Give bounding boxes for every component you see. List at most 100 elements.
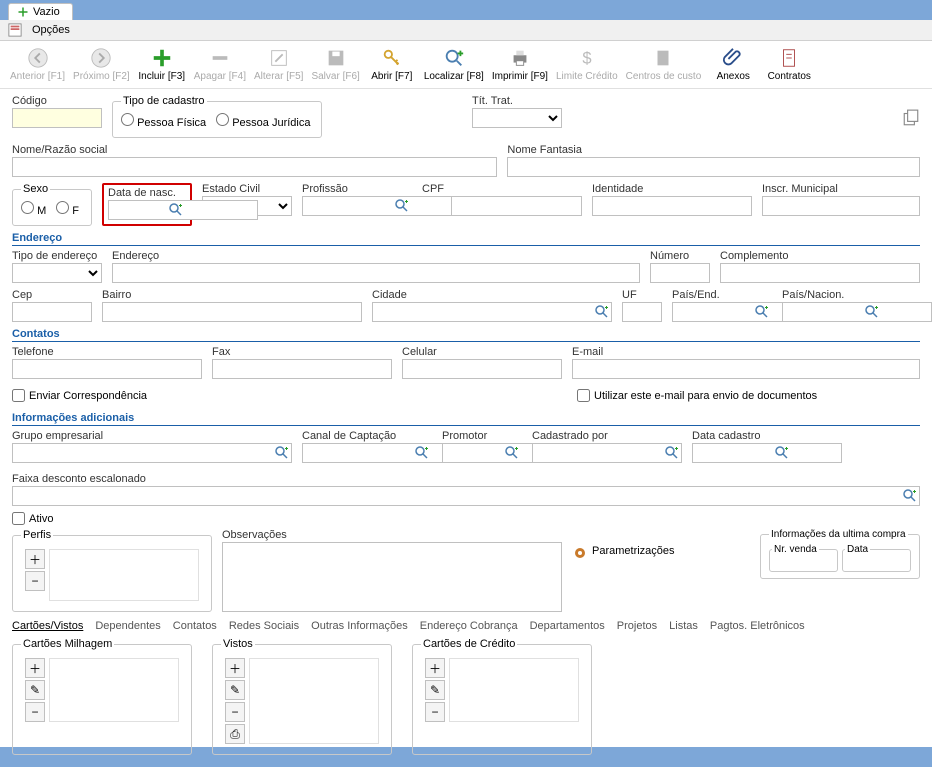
complemento-input[interactable] — [720, 263, 920, 283]
subtabs: Cartões/Vistos Dependentes Contatos Rede… — [12, 620, 920, 632]
subtab-contatos[interactable]: Contatos — [173, 620, 217, 632]
adicionais-section-title: Informações adicionais — [12, 412, 920, 426]
celular-input[interactable] — [402, 359, 562, 379]
usar-email-checkbox[interactable]: Utilizar este e-mail para envio de docum… — [577, 389, 817, 402]
subtab-dependentes[interactable]: Dependentes — [95, 620, 160, 632]
edit-milhagem-button[interactable]: ✎ — [25, 680, 45, 700]
pais-nac-input[interactable] — [782, 302, 932, 322]
apagar-button: Apagar [F4] — [194, 47, 246, 82]
limite-credito-button: $ Limite Crédito — [556, 47, 618, 82]
remove-credito-button[interactable]: − — [425, 702, 445, 722]
abrir-button[interactable]: Abrir [F7] — [368, 47, 416, 82]
incluir-button[interactable]: Incluir [F3] — [138, 47, 186, 82]
menu-opcoes[interactable]: Opções — [26, 22, 76, 38]
pessoa-fisica-radio[interactable]: Pessoa Física — [121, 113, 206, 129]
subtab-projetos[interactable]: Projetos — [617, 620, 657, 632]
perfis-panel: Perfis ＋ − — [12, 529, 212, 612]
observacoes-textarea[interactable] — [222, 542, 562, 612]
imprimir-button[interactable]: Imprimir [F9] — [492, 47, 548, 82]
building-icon — [652, 47, 674, 69]
add-milhagem-button[interactable]: ＋ — [25, 658, 45, 678]
identidade-input[interactable] — [592, 196, 752, 216]
svg-text:$: $ — [582, 50, 591, 68]
subtab-end-cobranca[interactable]: Endereço Cobrança — [420, 620, 518, 632]
profissao-label: Profissão — [302, 183, 412, 195]
data-nasc-highlight: Data de nasc. — [102, 183, 192, 226]
tipo-cadastro-group: Tipo de cadastro Pessoa Física Pessoa Ju… — [112, 95, 322, 138]
arrow-right-icon — [90, 47, 112, 69]
cep-input[interactable] — [12, 302, 92, 322]
data-nasc-label: Data de nasc. — [108, 187, 186, 199]
bairro-input[interactable] — [102, 302, 362, 322]
numero-input[interactable] — [650, 263, 710, 283]
email-input[interactable] — [572, 359, 920, 379]
print-visto-button[interactable]: ⎙ — [225, 724, 245, 744]
fantasia-input[interactable] — [507, 157, 920, 177]
fantasia-label: Nome Fantasia — [507, 144, 920, 156]
data-nasc-input[interactable] — [108, 200, 258, 220]
telefone-input[interactable] — [12, 359, 202, 379]
parametrizacoes-link[interactable]: Parametrizações — [592, 545, 675, 557]
subtab-departamentos[interactable]: Departamentos — [530, 620, 605, 632]
clip-icon — [722, 47, 744, 69]
estado-civil-label: Estado Civil — [202, 183, 292, 195]
canal-captacao-input[interactable] — [302, 443, 452, 463]
identidade-label: Identidade — [592, 183, 752, 195]
remove-milhagem-button[interactable]: − — [25, 702, 45, 722]
cartoes-credito-panel: Cartões de Crédito ＋ ✎ − — [412, 638, 592, 755]
tit-trat-label: Tít. Trat. — [472, 95, 562, 107]
subtab-redes[interactable]: Redes Sociais — [229, 620, 299, 632]
cidade-input[interactable] — [372, 302, 612, 322]
data-cadastro-input[interactable] — [692, 443, 842, 463]
fax-input[interactable] — [212, 359, 392, 379]
menu-icon — [8, 23, 22, 37]
uf-input[interactable] — [622, 302, 662, 322]
inscr-municipal-label: Inscr. Municipal — [762, 183, 920, 195]
sexo-m-radio[interactable]: M — [21, 201, 46, 217]
copy-icon[interactable] — [902, 109, 920, 127]
enviar-correspondencia-checkbox[interactable]: Enviar Correspondência — [12, 389, 147, 402]
add-visto-button[interactable]: ＋ — [225, 658, 245, 678]
add-credito-button[interactable]: ＋ — [425, 658, 445, 678]
window-tab[interactable]: Vazio — [8, 3, 73, 20]
alterar-button: Alterar [F5] — [254, 47, 303, 82]
search-icon — [443, 47, 465, 69]
subtab-pagtos[interactable]: Pagtos. Eletrônicos — [710, 620, 805, 632]
contratos-button[interactable]: Contratos — [765, 47, 813, 82]
faixa-desconto-input[interactable] — [12, 486, 920, 506]
sexo-f-radio[interactable]: F — [56, 201, 79, 217]
nome-input[interactable] — [12, 157, 497, 177]
grupo-empresarial-input[interactable] — [12, 443, 292, 463]
localizar-button[interactable]: Localizar [F8] — [424, 47, 484, 82]
sexo-group: Sexo M F — [12, 183, 92, 226]
tit-trat-select[interactable] — [472, 108, 562, 128]
remove-perfil-button[interactable]: − — [25, 571, 45, 591]
pessoa-juridica-radio[interactable]: Pessoa Jurídica — [216, 113, 310, 129]
remove-visto-button[interactable]: − — [225, 702, 245, 722]
subtab-outras[interactable]: Outras Informações — [311, 620, 408, 632]
ativo-checkbox[interactable]: Ativo — [12, 512, 920, 525]
contatos-section-title: Contatos — [12, 328, 920, 342]
cadastrado-por-input[interactable] — [532, 443, 682, 463]
codigo-input[interactable] — [12, 108, 102, 128]
document-icon — [778, 47, 800, 69]
print-icon — [509, 47, 531, 69]
vistos-panel: Vistos ＋ ✎ − ⎙ — [212, 638, 392, 755]
ultima-compra-panel: Informações da ultima compra Nr. venda D… — [760, 529, 920, 579]
key-icon — [381, 47, 403, 69]
endereco-input[interactable] — [112, 263, 640, 283]
profissao-input[interactable] — [302, 196, 452, 216]
toolbar: Anterior [F1] Próximo [F2] Incluir [F3] … — [0, 41, 932, 89]
edit-visto-button[interactable]: ✎ — [225, 680, 245, 700]
add-perfil-button[interactable]: ＋ — [25, 549, 45, 569]
tipo-endereco-select[interactable] — [12, 263, 102, 283]
plus-icon — [17, 6, 29, 18]
subtab-cartoes[interactable]: Cartões/Vistos — [12, 620, 83, 632]
anexos-button[interactable]: Anexos — [709, 47, 757, 82]
plus-icon — [151, 47, 173, 69]
cartoes-milhagem-panel: Cartões Milhagem ＋ ✎ − — [12, 638, 192, 755]
edit-credito-button[interactable]: ✎ — [425, 680, 445, 700]
edit-icon — [268, 47, 290, 69]
subtab-listas[interactable]: Listas — [669, 620, 698, 632]
inscr-municipal-input[interactable] — [762, 196, 920, 216]
